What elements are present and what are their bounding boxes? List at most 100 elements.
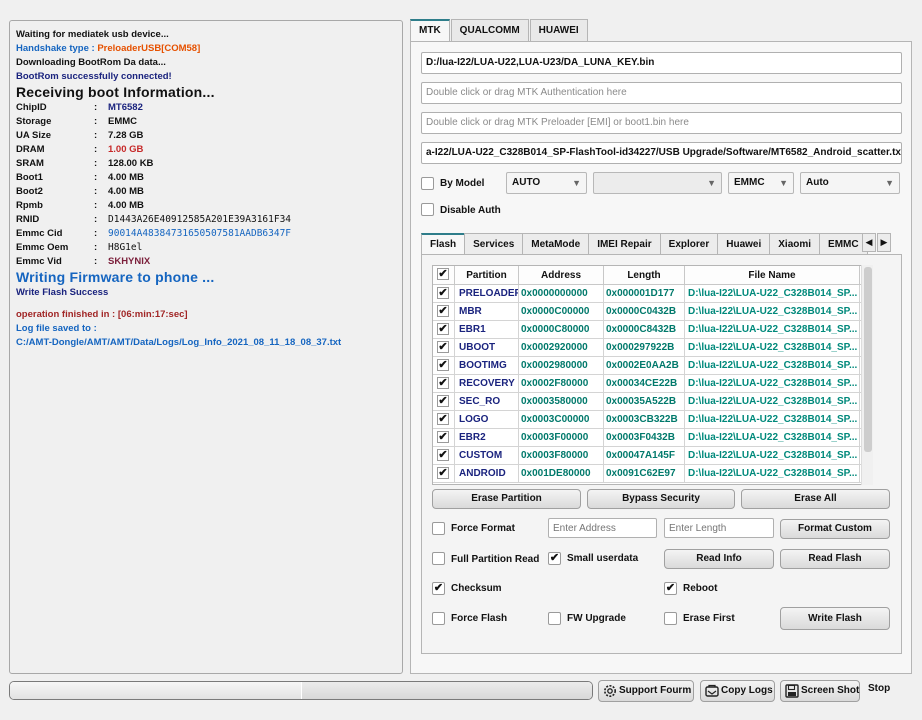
- header-partition[interactable]: Partition: [455, 266, 519, 284]
- support-forum-button[interactable]: Support Fourm: [598, 680, 694, 702]
- tab-flash[interactable]: Flash: [421, 233, 466, 254]
- reboot-checkbox[interactable]: [664, 582, 677, 595]
- row-checkbox[interactable]: [437, 323, 449, 335]
- cell-file-name[interactable]: D:\lua-I22\LUA-U22_C328B014_SP...: [685, 321, 860, 338]
- row-checkbox[interactable]: [437, 467, 449, 479]
- row-checkbox[interactable]: [437, 341, 449, 353]
- tab-huawei-inner[interactable]: Huawei: [717, 233, 771, 254]
- by-model-checkbox[interactable]: [421, 177, 434, 190]
- cell-address: 0x0003F80000: [519, 447, 604, 464]
- info-value: 1.00 GB: [108, 144, 144, 155]
- tab-xiaomi[interactable]: Xiaomi: [769, 233, 821, 254]
- read-flash-button[interactable]: Read Flash: [780, 549, 890, 569]
- info-sep: :: [94, 144, 98, 155]
- screen-shot-button[interactable]: Screen Shot: [780, 680, 860, 702]
- cell-file-name[interactable]: D:\lua-I22\LUA-U22_C328B014_SP...: [685, 429, 860, 446]
- stop-button[interactable]: Stop: [868, 683, 890, 694]
- disable-auth-checkbox[interactable]: [421, 203, 434, 216]
- scrollbar-thumb[interactable]: [864, 267, 872, 452]
- table-row[interactable]: PRELOADER0x00000000000x000001D177D:\lua-…: [433, 285, 872, 303]
- table-row[interactable]: MBR0x0000C000000x0000C0432BD:\lua-I22\LU…: [433, 303, 872, 321]
- da-file-field[interactable]: D:/lua-I22/LUA-U22,LUA-U23/DA_LUNA_KEY.b…: [421, 52, 902, 74]
- table-row[interactable]: CUSTOM0x0003F800000x00047A145FD:\lua-I22…: [433, 447, 872, 465]
- tab-explorer[interactable]: Explorer: [659, 233, 719, 254]
- table-row[interactable]: EBR20x0003F000000x0003F0432BD:\lua-I22\L…: [433, 429, 872, 447]
- checksum-checkbox[interactable]: [432, 582, 445, 595]
- erase-first-checkbox[interactable]: [664, 612, 677, 625]
- table-row[interactable]: ANDROID0x001DE800000x0091C62E97D:\lua-I2…: [433, 465, 872, 483]
- cell-file-name[interactable]: D:\lua-I22\LUA-U22_C328B014_SP...: [685, 303, 860, 320]
- bypass-security-button[interactable]: Bypass Security: [587, 489, 735, 509]
- tab-emmc[interactable]: EMMC: [819, 233, 868, 254]
- fw-upgrade-checkbox[interactable]: [548, 612, 561, 625]
- force-format-label: Force Format: [451, 523, 515, 534]
- address-input[interactable]: [548, 518, 657, 538]
- tab-services[interactable]: Services: [464, 233, 524, 254]
- full-partition-read-checkbox[interactable]: [432, 552, 445, 565]
- tab-scroll-right-icon[interactable]: ▶: [877, 233, 891, 252]
- partition-table: Partition Address Length File Name PRELO…: [432, 265, 873, 485]
- row-checkbox[interactable]: [437, 395, 449, 407]
- cell-partition: LOGO: [455, 411, 519, 428]
- device-select[interactable]: ▼: [593, 172, 722, 194]
- header-length[interactable]: Length: [604, 266, 685, 284]
- preloader-file-field[interactable]: Double click or drag MTK Preloader [EMI]…: [421, 112, 902, 134]
- row-checkbox[interactable]: [437, 305, 449, 317]
- auth-file-field[interactable]: Double click or drag MTK Authentication …: [421, 82, 902, 104]
- tab-mtk[interactable]: MTK: [410, 19, 450, 41]
- info-sep: :: [94, 214, 98, 225]
- row-checkbox[interactable]: [437, 413, 449, 425]
- small-userdata-checkbox[interactable]: [548, 552, 561, 565]
- row-checkbox[interactable]: [437, 449, 449, 461]
- force-format-checkbox[interactable]: [432, 522, 445, 535]
- force-flash-label: Force Flash: [451, 613, 508, 624]
- cell-address: 0x0000C00000: [519, 303, 604, 320]
- format-custom-button[interactable]: Format Custom: [780, 519, 890, 539]
- scatter-file-field[interactable]: a-I22/LUA-U22_C328B014_SP-FlashTool-id34…: [421, 142, 902, 164]
- cell-file-name[interactable]: D:\lua-I22\LUA-U22_C328B014_SP...: [685, 357, 860, 374]
- erase-all-button[interactable]: Erase All: [741, 489, 890, 509]
- table-scrollbar[interactable]: [861, 265, 873, 485]
- force-flash-checkbox[interactable]: [432, 612, 445, 625]
- tab-metamode[interactable]: MetaMode: [522, 233, 590, 254]
- table-row[interactable]: UBOOT0x00029200000x000297922BD:\lua-I22\…: [433, 339, 872, 357]
- cell-file-name[interactable]: D:\lua-I22\LUA-U22_C328B014_SP...: [685, 393, 860, 410]
- table-row[interactable]: EBR10x0000C800000x0000C8432BD:\lua-I22\L…: [433, 321, 872, 339]
- table-row[interactable]: BOOTIMG0x00029800000x0002E0AA2BD:\lua-I2…: [433, 357, 872, 375]
- tab-qualcomm[interactable]: QUALCOMM: [450, 19, 529, 41]
- info-key: DRAM: [16, 144, 45, 155]
- header-file-name[interactable]: File Name: [685, 266, 860, 284]
- log-line: Downloading BootRom Da data...: [16, 57, 166, 68]
- row-checkbox[interactable]: [437, 377, 449, 389]
- cell-file-name[interactable]: D:\lua-I22\LUA-U22_C328B014_SP...: [685, 339, 860, 356]
- cell-file-name[interactable]: D:\lua-I22\LUA-U22_C328B014_SP...: [685, 285, 860, 302]
- tab-imei-repair[interactable]: IMEI Repair: [588, 233, 661, 254]
- storage-select[interactable]: EMMC ▼: [728, 172, 794, 194]
- table-row[interactable]: SEC_RO0x00035800000x00035A522BD:\lua-I22…: [433, 393, 872, 411]
- erase-first-label: Erase First: [683, 613, 735, 624]
- log-file-path[interactable]: C:/AMT-Dongle/AMT/AMT/Data/Logs/Log_Info…: [16, 336, 396, 350]
- select-all-checkbox[interactable]: [437, 268, 449, 280]
- table-row[interactable]: LOGO0x0003C000000x0003CB322BD:\lua-I22\L…: [433, 411, 872, 429]
- write-flash-button[interactable]: Write Flash: [780, 607, 890, 630]
- row-checkbox[interactable]: [437, 287, 449, 299]
- header-address[interactable]: Address: [519, 266, 604, 284]
- table-row[interactable]: RECOVERY0x0002F800000x00034CE22BD:\lua-I…: [433, 375, 872, 393]
- row-check-cell: [433, 375, 455, 392]
- cell-file-name[interactable]: D:\lua-I22\LUA-U22_C328B014_SP...: [685, 375, 860, 392]
- tab-scroll-left-icon[interactable]: ◀: [862, 233, 876, 252]
- mode-select[interactable]: Auto ▼: [800, 172, 900, 194]
- row-checkbox[interactable]: [437, 359, 449, 371]
- row-checkbox[interactable]: [437, 431, 449, 443]
- erase-partition-button[interactable]: Erase Partition: [432, 489, 581, 509]
- length-input[interactable]: [664, 518, 774, 538]
- copy-logs-button[interactable]: Copy Logs: [700, 680, 775, 702]
- info-row: Emmc Oem: H8G1el: [16, 241, 396, 255]
- read-info-button[interactable]: Read Info: [664, 549, 774, 569]
- cell-length: 0x0000C0432B: [604, 303, 685, 320]
- cell-file-name[interactable]: D:\lua-I22\LUA-U22_C328B014_SP...: [685, 411, 860, 428]
- tab-huawei[interactable]: HUAWEI: [529, 19, 588, 41]
- cell-file-name[interactable]: D:\lua-I22\LUA-U22_C328B014_SP...: [685, 465, 860, 482]
- cell-file-name[interactable]: D:\lua-I22\LUA-U22_C328B014_SP...: [685, 447, 860, 464]
- model-select[interactable]: AUTO ▼: [506, 172, 587, 194]
